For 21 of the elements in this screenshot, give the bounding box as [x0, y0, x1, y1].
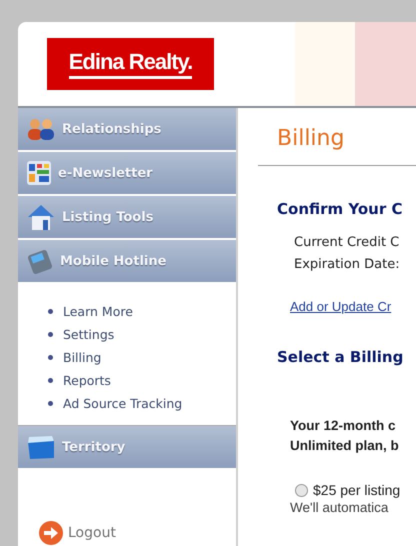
section-heading: Confirm Your C: [277, 200, 404, 218]
submenu-link[interactable]: Learn More: [48, 304, 133, 319]
card-info-text: Current Credit C: [294, 234, 400, 252]
section-heading: Select a Billing: [277, 348, 404, 366]
radio-button[interactable]: [295, 484, 308, 496]
logo[interactable]: Edina Realty.: [47, 38, 214, 90]
page-title: Billing: [277, 126, 346, 151]
card-info-text: Expiration Date:: [294, 256, 401, 274]
update-card-link[interactable]: Add or Update Cr: [290, 299, 416, 314]
option-label: $25 per listing: [313, 482, 400, 498]
note-text: We'll automatica: [290, 500, 390, 515]
house-icon: [26, 203, 56, 231]
grid-icon: [26, 160, 52, 186]
logout-link[interactable]: Logout: [38, 520, 236, 546]
people-icon: [26, 118, 56, 140]
box-icon: [26, 434, 56, 460]
submenu-link[interactable]: Billing: [48, 350, 102, 365]
submenu-link[interactable]: Settings: [48, 327, 114, 342]
plan-text: Your 12-month c Unlimited plan, b: [290, 417, 400, 455]
submenu-link[interactable]: Reports: [48, 373, 111, 388]
submenu-link[interactable]: Ad Source Tracking: [48, 396, 182, 411]
